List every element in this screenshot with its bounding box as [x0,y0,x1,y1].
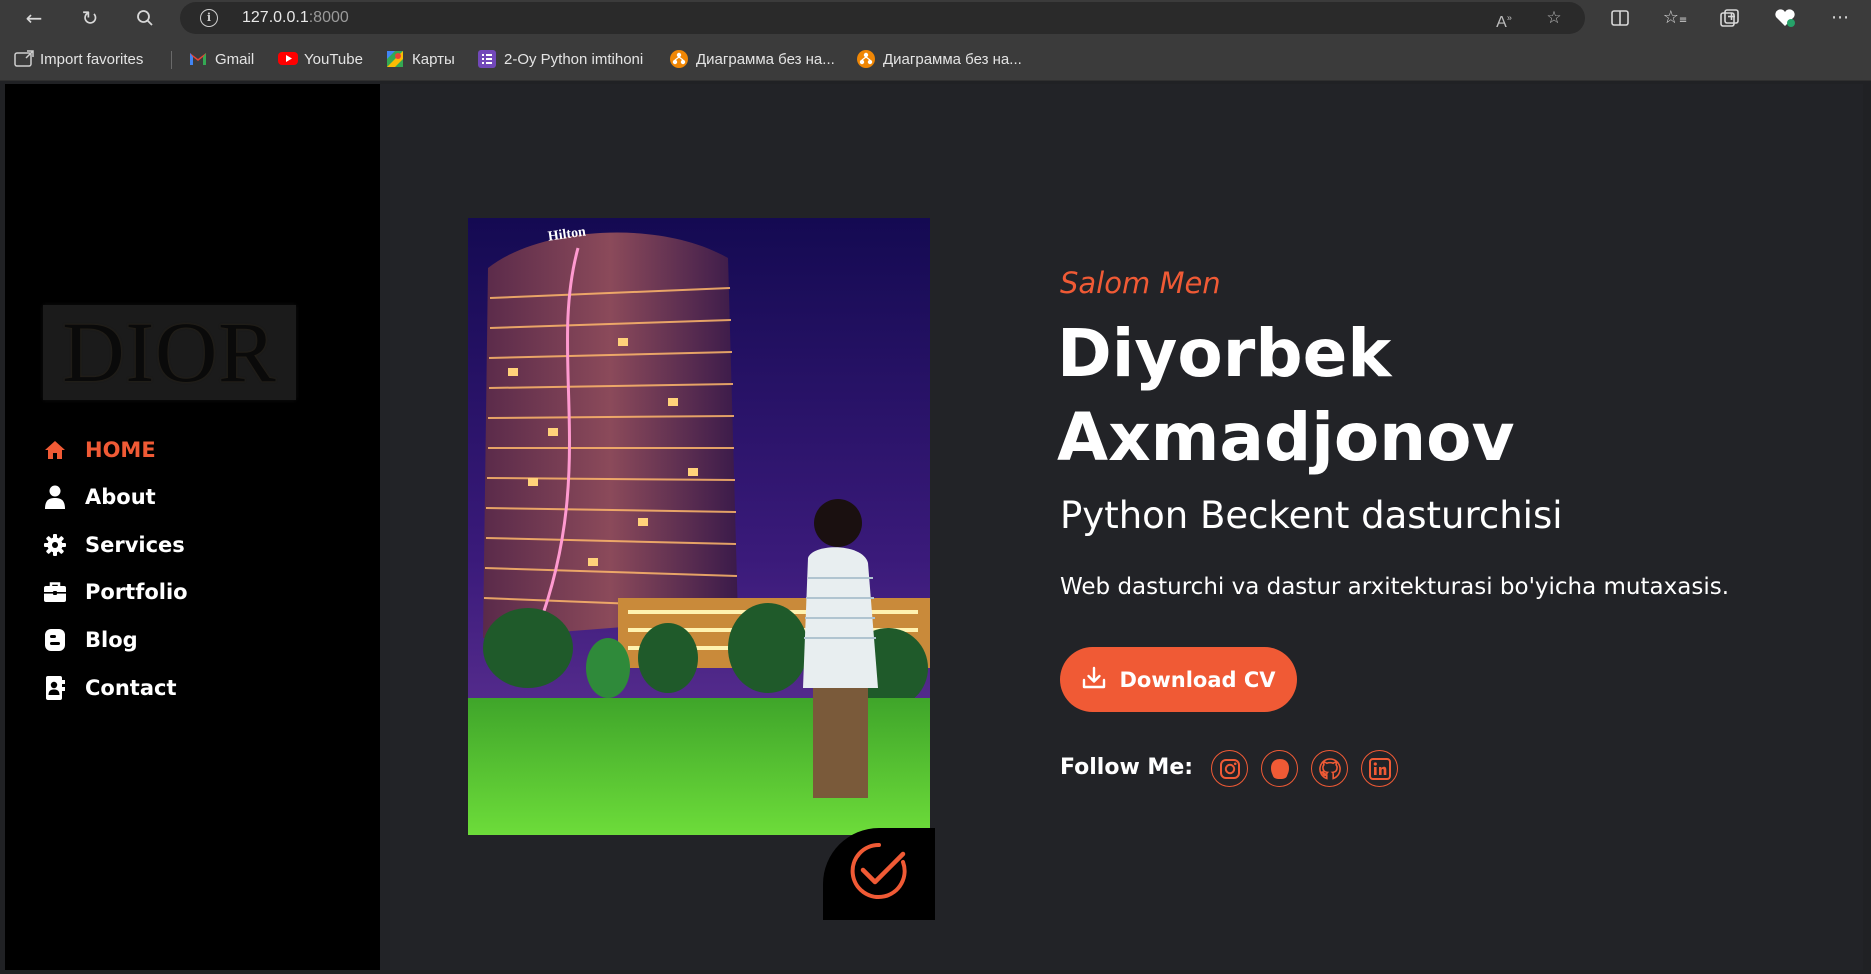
bookmark-label: Диаграмма без на... [696,50,835,68]
bookmarks-bar: Import favorites Gmail YouTube Карты 2-O… [0,36,1871,81]
download-icon [1081,665,1107,695]
blog-icon [43,628,67,652]
sidebar: DIOR HOME About Services Portfolio Blog … [5,84,380,970]
name-first: Diyorbek [1057,315,1392,392]
sidebar-item-portfolio[interactable]: Portfolio [43,576,303,608]
diagram-icon [857,50,875,68]
threads-icon[interactable] [1261,750,1298,787]
back-arrow-icon[interactable]: ← [19,4,49,32]
follow-me-label: Follow Me: [1060,755,1194,780]
hero-description: Web dasturchi va dastur arxitekturasi bo… [1060,574,1729,600]
bookmark-label: Gmail [215,50,255,68]
browser-toolbar: ← ↻ i 127.0.0.1:8000 A» ☆ ☆≡ ⋯ [0,0,1871,36]
check-badge [823,828,935,920]
bookmarks-divider [171,51,172,69]
page-viewport: DIOR HOME About Services Portfolio Blog … [5,84,1863,970]
sidebar-item-label: Blog [85,628,138,652]
sidebar-item-label: Portfolio [85,580,188,604]
forms-icon [478,50,496,68]
sidebar-item-label: About [85,485,156,509]
bookmark-python-exam[interactable]: 2-Oy Python imtihoni [478,49,643,69]
url-text[interactable]: 127.0.0.1:8000 [242,9,349,27]
photo-illustration: Hilton [468,218,930,835]
browser-essentials-icon[interactable] [1770,4,1800,32]
home-icon [43,438,67,462]
favorite-star-icon[interactable]: ☆ [1542,7,1566,31]
contact-card-icon [43,676,67,700]
gmail-icon [189,50,207,68]
bookmark-diagram-2[interactable]: Диаграмма без на... [857,49,1022,69]
check-circle-icon [850,842,907,899]
refresh-icon[interactable]: ↻ [75,4,105,32]
instagram-icon[interactable] [1211,750,1248,787]
favorites-icon[interactable]: ☆≡ [1660,4,1690,32]
sidebar-item-contact[interactable]: Contact [43,672,303,704]
download-cv-label: Download CV [1119,667,1276,692]
download-cv-button[interactable]: Download CV [1060,647,1297,712]
bookmark-gmail[interactable]: Gmail [189,49,254,69]
sidebar-item-about[interactable]: About [43,481,303,513]
search-icon[interactable] [130,4,160,32]
github-icon[interactable] [1311,750,1348,787]
import-icon [14,50,34,68]
bookmark-import-favorites[interactable]: Import favorites [14,49,143,69]
bookmark-diagram-1[interactable]: Диаграмма без на... [670,49,835,69]
site-info-icon[interactable]: i [200,9,218,27]
youtube-icon [278,50,298,68]
sidebar-item-label: Services [85,533,185,557]
greeting-text: Salom Men [1060,266,1221,300]
name-last: Axmadjonov [1057,399,1515,476]
sidebar-item-label: Contact [85,676,177,700]
diagram-icon [670,50,688,68]
address-bar[interactable]: i 127.0.0.1:8000 A» ☆ [180,2,1585,34]
logo[interactable]: DIOR [43,305,296,400]
hero-name: Diyorbek Axmadjonov [1057,312,1777,480]
bookmark-youtube[interactable]: YouTube [278,49,363,69]
split-screen-icon[interactable] [1605,4,1635,32]
briefcase-icon [43,580,67,604]
bookmark-label: Диаграмма без на... [883,50,1022,68]
user-icon [43,485,67,509]
bookmark-label: Карты [412,50,455,68]
role-title: Python Beckent dasturchisi [1060,494,1563,537]
collections-icon[interactable] [1715,4,1745,32]
logo-text: DIOR [62,305,277,400]
bookmark-label: Import favorites [40,50,144,68]
bookmark-label: 2-Oy Python imtihoni [504,50,644,68]
more-menu-icon[interactable]: ⋯ [1825,4,1855,32]
sidebar-item-services[interactable]: Services [43,529,303,561]
sidebar-item-label: HOME [85,438,156,462]
maps-icon [386,50,404,68]
read-aloud-icon[interactable]: A» [1492,7,1516,31]
profile-photo: Hilton [468,218,930,835]
gear-icon [43,533,67,557]
linkedin-icon[interactable] [1361,750,1398,787]
sidebar-item-blog[interactable]: Blog [43,624,303,656]
bookmark-label: YouTube [304,50,363,68]
bookmark-maps[interactable]: Карты [386,49,455,69]
sidebar-item-home[interactable]: HOME [43,434,303,466]
